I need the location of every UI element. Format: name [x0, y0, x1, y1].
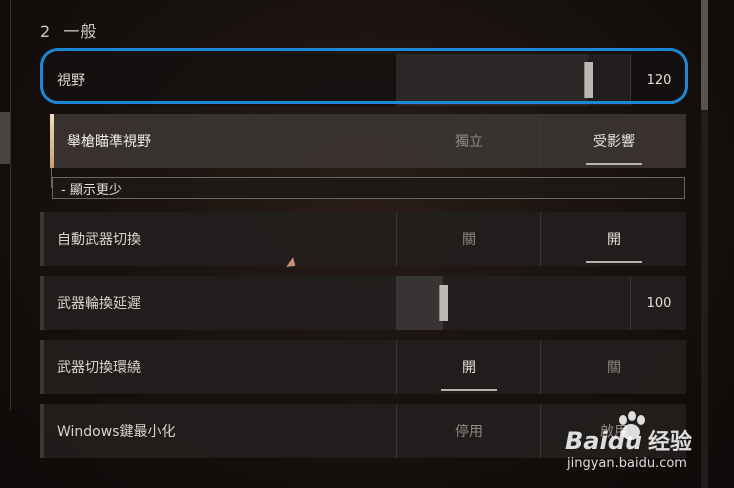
- weapon-switch-wrap-on[interactable]: 開: [396, 340, 541, 394]
- watermark-brand: Baidu 经验: [565, 427, 692, 455]
- selected-underline: [441, 389, 497, 391]
- weapon-cycle-delay-fill: [396, 276, 443, 330]
- weapon-cycle-delay-value: 100: [630, 276, 687, 330]
- setting-row-weapon-cycle-delay: 武器輪換延遲 100: [40, 276, 686, 330]
- windows-key-minimize-label: Windows鍵最小化: [57, 424, 176, 440]
- ads-fov-option-affected[interactable]: 受影響: [540, 114, 687, 168]
- show-less-button[interactable]: - 顯示更少: [52, 177, 685, 199]
- row-accent: [40, 404, 44, 458]
- active-accent: [50, 114, 54, 168]
- fov-highlight-ring: [40, 48, 688, 104]
- auto-weapon-switch-on[interactable]: 開: [540, 212, 687, 266]
- selected-underline: [586, 163, 642, 165]
- weapon-switch-wrap-label: 武器切換環繞: [57, 360, 141, 376]
- setting-row-auto-weapon-switch: 自動武器切換 關 開: [40, 212, 686, 266]
- setting-row-ads-fov: 舉槍瞄準視野 獨立 受影響: [50, 114, 686, 168]
- selected-underline: [586, 261, 642, 263]
- auto-weapon-switch-off[interactable]: 關: [396, 212, 541, 266]
- ads-fov-option-independent[interactable]: 獨立: [396, 114, 541, 168]
- row-accent: [40, 340, 44, 394]
- scrollbar-thumb[interactable]: [701, 0, 708, 110]
- watermark-url: jingyan.baidu.com: [567, 456, 687, 471]
- weapon-cycle-delay-label: 武器輪換延遲: [57, 296, 141, 312]
- section-title-text: 一般: [63, 22, 98, 41]
- section-number: 2: [40, 22, 52, 41]
- setting-row-weapon-switch-wrap: 武器切換環繞 開 關: [40, 340, 686, 394]
- row-accent: [40, 212, 44, 266]
- section-title: 2 一般: [40, 18, 97, 42]
- auto-weapon-switch-label: 自動武器切換: [57, 232, 141, 248]
- windows-key-minimize-disable[interactable]: 停用: [396, 404, 541, 458]
- weapon-switch-wrap-off[interactable]: 關: [540, 340, 687, 394]
- row-accent: [40, 276, 44, 330]
- left-panel-divider: [10, 0, 11, 410]
- left-panel-tab[interactable]: [0, 112, 10, 164]
- baidu-watermark: Baidu 经验 jingyan.baidu.com: [565, 408, 730, 484]
- weapon-cycle-delay-slider[interactable]: [396, 276, 630, 330]
- weapon-cycle-delay-thumb[interactable]: [439, 285, 448, 321]
- ads-fov-label: 舉槍瞄準視野: [67, 134, 151, 150]
